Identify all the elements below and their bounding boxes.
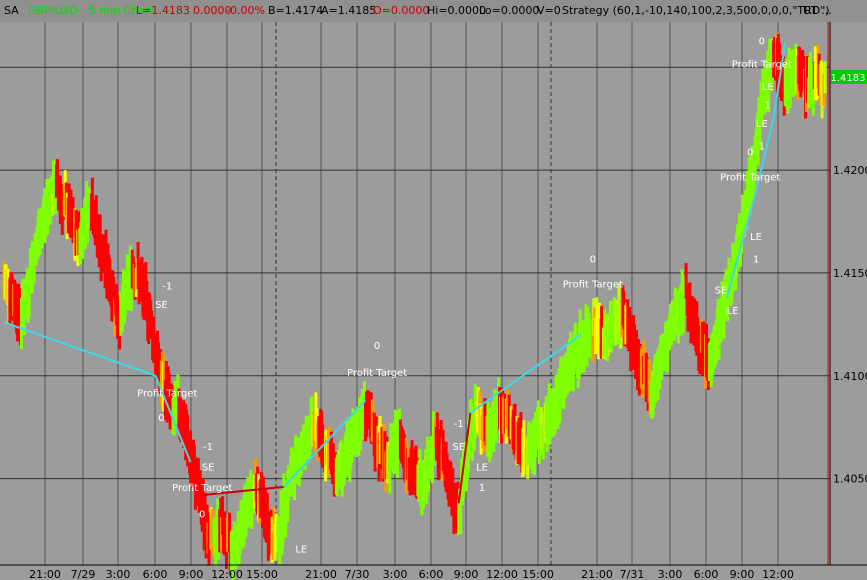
trade-annotation: 1	[765, 100, 771, 111]
trade-annotation: LE	[476, 462, 488, 473]
trade-annotation: 0	[374, 341, 380, 352]
trade-annotation: SE	[452, 442, 465, 453]
trade-annotation: LE	[750, 232, 762, 243]
trade-annotation: LE	[727, 306, 739, 317]
y-tick-label: 1.4150	[833, 267, 867, 280]
x-tick-label: 6:00	[694, 568, 719, 580]
trade-annotation: Profit Target	[172, 483, 232, 494]
trade-annotation: 1	[479, 483, 485, 494]
x-tick-label: 3:00	[383, 568, 408, 580]
panel-label[interactable]: SA	[4, 0, 19, 22]
x-tick-label: 3:00	[658, 568, 683, 580]
trade-annotation: Profit Target	[720, 172, 780, 183]
trade-annotation: 0	[747, 148, 753, 159]
trade-annotation: 0	[158, 413, 164, 424]
x-tick-label: 9:00	[179, 568, 204, 580]
volume-value: V=0	[537, 4, 561, 17]
x-tick-label: 15:00	[246, 568, 278, 580]
bid-price: B=1.4174	[268, 4, 324, 17]
trade-annotation: LE	[762, 82, 774, 93]
x-tick-label: 12:00	[762, 568, 794, 580]
strategy-label: Strategy (60,1,-10,140,100,2,3,500,0,0,0…	[562, 4, 830, 17]
trade-annotation: SE	[155, 300, 168, 311]
y-tick-label: 1.4200	[833, 164, 867, 177]
trade-annotation: 0	[199, 510, 205, 521]
x-tick-label: 9:00	[454, 568, 479, 580]
trade-annotation: SE	[715, 286, 728, 297]
ask-price: A=1.4185	[321, 4, 377, 17]
trade-annotation: 0	[590, 255, 596, 266]
trade-annotation: Profit Target	[563, 279, 623, 290]
x-tick-label: 6:00	[143, 568, 168, 580]
y-tick-label: 1.4100	[833, 370, 867, 383]
change-percent: -0.00%	[226, 4, 265, 17]
x-tick-label: 21:00	[581, 568, 613, 580]
symbol-label[interactable]: GBP/USD - 5 min Chart	[28, 0, 154, 22]
trade-annotation: -1	[203, 442, 213, 453]
low-price: Lo=0.0000	[479, 4, 540, 17]
x-tick-label: 9:00	[730, 568, 755, 580]
trade-annotation: 0	[759, 37, 765, 48]
trade-annotation: -1	[162, 281, 172, 292]
open-price: O=0.0000	[373, 4, 430, 17]
x-tick-label: 6:00	[419, 568, 444, 580]
price-chart: -1 SE Profit Target 0 -1 SE Profit Target 0 LE 0 P…	[0, 0, 867, 580]
price-bar	[823, 61, 827, 94]
x-tick-label: 12:00	[486, 568, 518, 580]
trade-annotation: -1	[454, 419, 464, 430]
x-tick-label: 3:00	[106, 568, 131, 580]
x-tick-label: 7/29	[71, 568, 96, 580]
trade-annotation: 1	[753, 255, 759, 266]
trade-annotation: SE	[202, 462, 215, 473]
x-tick-label: 21:00	[305, 568, 337, 580]
trade-annotation: Profit Target	[732, 59, 792, 70]
last-price-label: 1.4183	[831, 73, 866, 84]
trade-annotation: Profit Target	[137, 388, 197, 399]
trade-annotation: 1	[759, 142, 765, 153]
x-tick-label: 7/30	[345, 568, 370, 580]
trade-annotation: LE	[295, 545, 307, 556]
trade-annotation: LE	[756, 119, 768, 130]
x-tick-label: 15:00	[522, 568, 554, 580]
trade-annotation: Profit Target	[347, 368, 407, 379]
x-tick-label: 12:00	[211, 568, 243, 580]
last-price: L=1.4183	[136, 4, 190, 17]
high-price: Hi=0.0000	[427, 4, 487, 17]
ut-label: UT ...	[803, 4, 832, 17]
x-tick-label: 7/31	[620, 568, 645, 580]
y-tick-label: 1.4050	[833, 473, 867, 486]
chart-header: SA GBP/USD - 5 min Chart L=1.4183 0.0000…	[0, 0, 867, 22]
x-tick-label: 21:00	[29, 568, 61, 580]
